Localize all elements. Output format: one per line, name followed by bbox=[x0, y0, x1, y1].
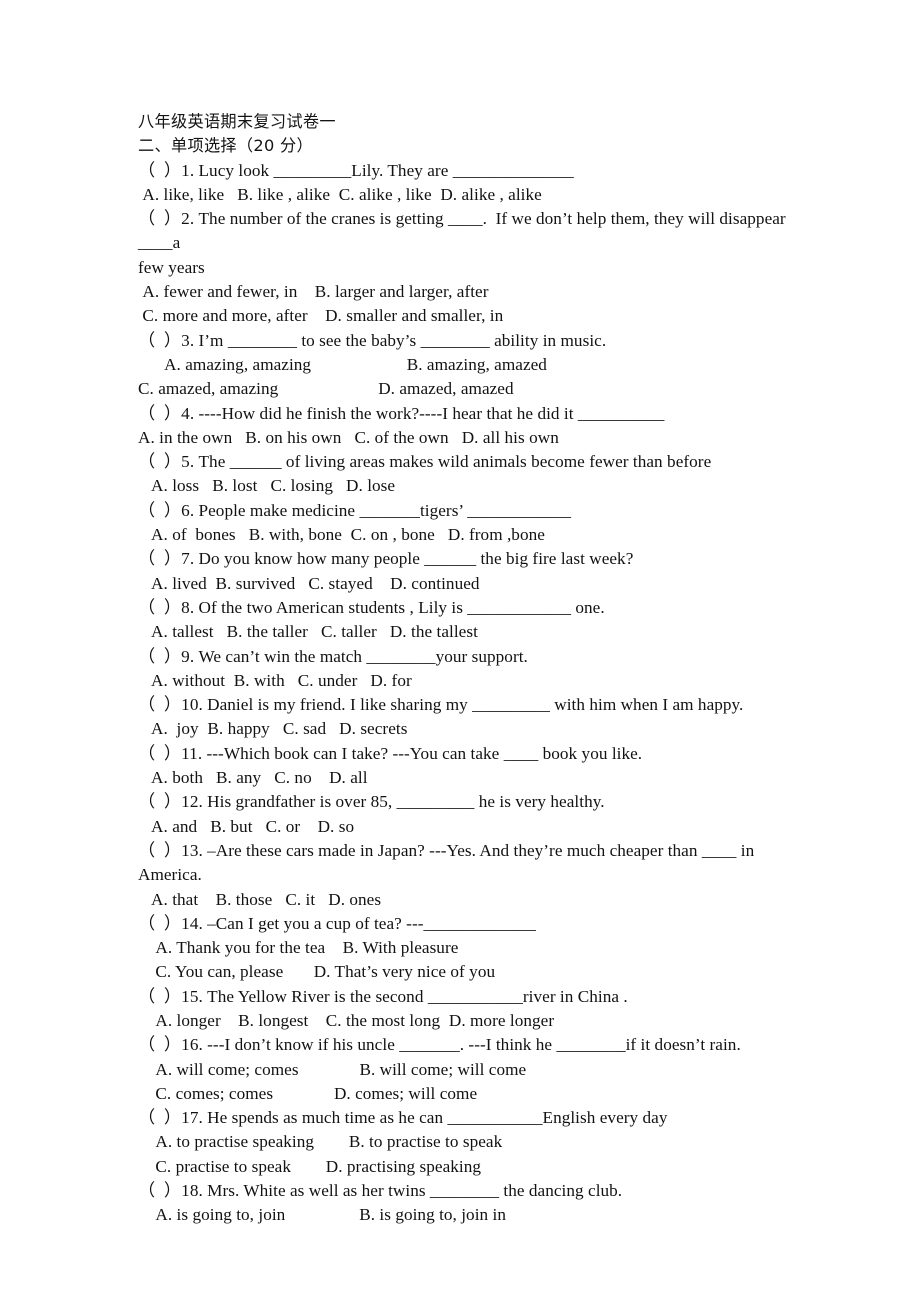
exam-line: C. practise to speak D. practising speak… bbox=[138, 1156, 482, 1176]
exam-line: A. both B. any C. no D. all bbox=[138, 768, 368, 788]
exam-line: （ ）4. ----How did he finish the work?---… bbox=[138, 403, 665, 423]
exam-line: A. in the own B. on his own C. of the ow… bbox=[138, 427, 559, 447]
exam-line: A. Thank you for the tea B. With pleasur… bbox=[138, 938, 459, 958]
exam-line: A. that B. those C. it D. ones bbox=[138, 889, 382, 909]
exam-line: few years bbox=[138, 257, 205, 277]
exam-line: A. to practise speaking B. to practise t… bbox=[138, 1132, 503, 1152]
exam-line: （ ）10. Daniel is my friend. I like shari… bbox=[138, 695, 744, 715]
exam-line: C. more and more, after D. smaller and s… bbox=[138, 306, 504, 326]
question-list: （ ）1. Lucy look _________Lily. They are … bbox=[138, 159, 818, 1228]
exam-line: C. You can, please D. That’s very nice o… bbox=[138, 962, 496, 982]
exam-line: A. without B. with C. under D. for bbox=[138, 670, 412, 690]
exam-line: A. and B. but C. or D. so bbox=[138, 816, 355, 836]
exam-line: A. is going to, join B. is going to, joi… bbox=[138, 1205, 506, 1225]
exam-line: A. of bones B. with, bone C. on , bone D… bbox=[138, 525, 545, 545]
exam-line: （ ）8. Of the two American students , Lil… bbox=[138, 597, 605, 617]
exam-line: C. amazed, amazing D. amazed, amazed bbox=[138, 379, 514, 399]
exam-line: （ ）9. We can’t win the match ________you… bbox=[138, 646, 528, 666]
exam-line: （ ）2. The number of the cranes is gettin… bbox=[138, 209, 791, 253]
exam-line: （ ）6. People make medicine _______tigers… bbox=[138, 500, 571, 520]
section-heading: 二、单项选择（20 分） bbox=[138, 136, 314, 156]
exam-line: A. like, like B. like , alike C. alike ,… bbox=[138, 184, 542, 204]
exam-line: （ ）14. –Can I get you a cup of tea? ---_… bbox=[138, 913, 536, 933]
exam-line: A. joy B. happy C. sad D. secrets bbox=[138, 719, 408, 739]
exam-line: A. fewer and fewer, in B. larger and lar… bbox=[138, 282, 489, 302]
exam-line: （ ）11. ---Which book can I take? ---You … bbox=[138, 743, 643, 763]
exam-line: C. comes; comes D. comes; will come bbox=[138, 1083, 478, 1103]
exam-line: （ ）7. Do you know how many people ______… bbox=[138, 549, 634, 569]
exam-line: （ ）1. Lucy look _________Lily. They are … bbox=[138, 160, 574, 180]
exam-line: A. loss B. lost C. losing D. lose bbox=[138, 476, 396, 496]
page-title: 八年级英语期末复习试卷一 bbox=[138, 112, 336, 131]
exam-line: A. will come; comes B. will come; will c… bbox=[138, 1059, 527, 1079]
exam-line: A. longer B. longest C. the most long D.… bbox=[138, 1010, 555, 1030]
exam-line: （ ）5. The ______ of living areas makes w… bbox=[138, 452, 712, 472]
exam-line: （ ）15. The Yellow River is the second __… bbox=[138, 986, 628, 1006]
exam-paper-page: 八年级英语期末复习试卷一 二、单项选择（20 分） （ ）1. Lucy loo… bbox=[0, 0, 920, 1302]
exam-line: （ ）18. Mrs. White as well as her twins _… bbox=[138, 1181, 623, 1201]
exam-line: （ ）16. ---I don’t know if his uncle ____… bbox=[138, 1035, 741, 1055]
document-body: 八年级英语期末复习试卷一 二、单项选择（20 分） （ ）1. Lucy loo… bbox=[138, 110, 818, 1228]
exam-line: A. lived B. survived C. stayed D. contin… bbox=[138, 573, 480, 593]
exam-line: （ ）12. His grandfather is over 85, _____… bbox=[138, 792, 605, 812]
exam-line: （ ）3. I’m ________ to see the baby’s ___… bbox=[138, 330, 607, 350]
exam-line: A. amazing, amazing B. amazing, amazed bbox=[138, 354, 547, 374]
exam-line: A. tallest B. the taller C. taller D. th… bbox=[138, 622, 478, 642]
exam-line: （ ）17. He spends as much time as he can … bbox=[138, 1108, 668, 1128]
exam-line: （ ）13. –Are these cars made in Japan? --… bbox=[138, 840, 758, 885]
